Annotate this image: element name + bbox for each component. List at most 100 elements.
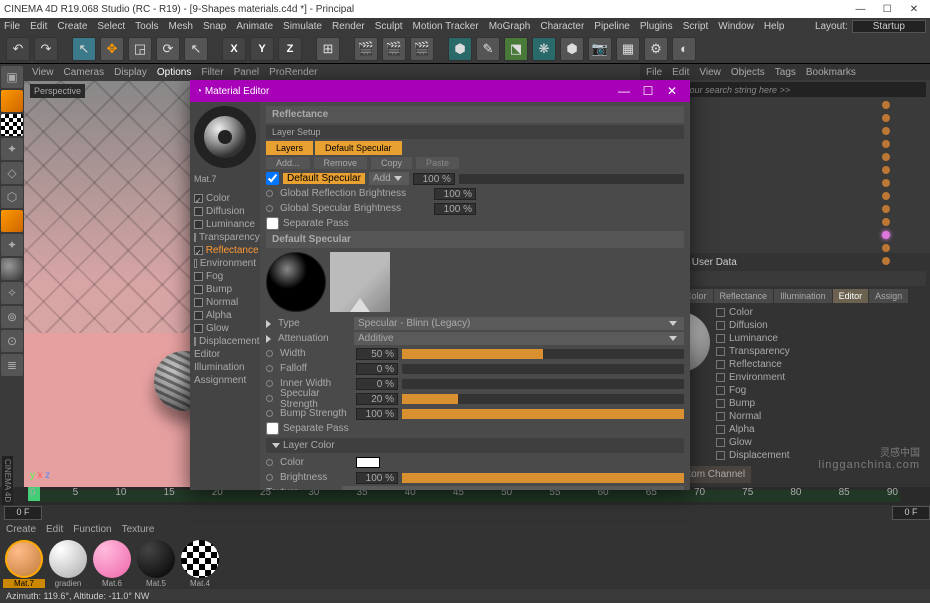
add-generator[interactable]: ⬔	[504, 37, 528, 61]
add-camera[interactable]: 📷	[588, 37, 612, 61]
material-editor-dialog[interactable]: ◔ Material Editor — ☐ ✕ Mat.7 ColorDiffu…	[190, 80, 690, 490]
obj-edit[interactable]: Edit	[672, 67, 689, 78]
sep-pass2-checkbox[interactable]	[266, 422, 279, 435]
slider-value[interactable]: 0 %	[356, 378, 398, 390]
layers-icon[interactable]: ≣	[1, 354, 23, 376]
channel-checkbox[interactable]	[194, 337, 196, 346]
obj-file[interactable]: File	[646, 67, 662, 78]
model-mode-icon[interactable]: ▣	[1, 66, 23, 88]
menu-simulate[interactable]: Simulate	[283, 21, 322, 32]
slider-specular-strength[interactable]	[402, 394, 684, 404]
vp-cameras[interactable]: Cameras	[64, 67, 105, 78]
blend-slider[interactable]	[459, 174, 684, 184]
tab-default-specular[interactable]: Default Specular	[315, 141, 402, 155]
material-item[interactable]: Mat.7	[3, 540, 45, 588]
poly-mode-icon[interactable]	[1, 210, 23, 232]
obj-tags[interactable]: Tags	[775, 67, 796, 78]
channel-environment[interactable]: Environment	[194, 257, 256, 270]
menu-animate[interactable]: Animate	[236, 21, 273, 32]
menu-mesh[interactable]: Mesh	[169, 21, 193, 32]
slider-bump-strength[interactable]	[402, 409, 684, 419]
mat-texture[interactable]: Texture	[122, 524, 155, 535]
channel-checkbox[interactable]	[194, 285, 203, 294]
tab-layers[interactable]: Layers	[266, 141, 313, 155]
attenuation-dropdown[interactable]: Additive	[354, 332, 684, 345]
menu-file[interactable]: File	[4, 21, 20, 32]
me-material-preview[interactable]	[194, 106, 256, 168]
x-axis-lock[interactable]: X	[222, 37, 246, 61]
mat-edit[interactable]: Edit	[46, 524, 63, 535]
add-spline[interactable]: ✎	[476, 37, 500, 61]
menu-motiontracker[interactable]: Motion Tracker	[413, 21, 479, 32]
me-min-button[interactable]: —	[612, 84, 636, 98]
menu-tools[interactable]: Tools	[135, 21, 158, 32]
add-more[interactable]: ◐	[672, 37, 696, 61]
edge-mode-icon[interactable]: ⬡	[1, 186, 23, 208]
menu-edit[interactable]: Edit	[30, 21, 47, 32]
min-button[interactable]: —	[848, 4, 872, 15]
channel-checkbox[interactable]	[194, 298, 203, 307]
menu-plugins[interactable]: Plugins	[640, 21, 673, 32]
frame-end[interactable]: 0 F	[892, 506, 930, 520]
vp-display[interactable]: Display	[114, 67, 147, 78]
vp-filter[interactable]: Filter	[201, 67, 223, 78]
mat-create[interactable]: Create	[6, 524, 36, 535]
btn-add[interactable]: Add...	[266, 157, 310, 169]
channel-checkbox[interactable]	[194, 194, 203, 203]
attr-tab-assign[interactable]: Assign	[869, 289, 908, 303]
me-max-button[interactable]: ☐	[636, 84, 660, 98]
menu-character[interactable]: Character	[540, 21, 584, 32]
channel-diffusion[interactable]: Diffusion	[194, 205, 256, 218]
select-tool[interactable]: ↖	[72, 37, 96, 61]
btn-copy[interactable]: Copy	[371, 157, 412, 169]
slider-inner-width[interactable]	[402, 379, 684, 389]
slider-value[interactable]: 20 %	[356, 393, 398, 405]
brightness-slider[interactable]	[402, 473, 684, 483]
btn-paste[interactable]: Paste	[416, 157, 459, 169]
default-spec-checkbox[interactable]	[266, 172, 279, 185]
close-button[interactable]: ✕	[902, 4, 926, 15]
menu-render[interactable]: Render	[332, 21, 365, 32]
menu-script[interactable]: Script	[683, 21, 709, 32]
texture-dropdown[interactable]	[342, 486, 684, 490]
channel-alpha[interactable]: Alpha	[194, 309, 256, 322]
channel-assignment[interactable]: Assignment	[194, 374, 256, 387]
menu-snap[interactable]: Snap	[203, 21, 226, 32]
blend-mode-dropdown[interactable]: Add	[369, 172, 409, 185]
channel-fog[interactable]: Fog	[194, 270, 256, 283]
channel-normal[interactable]: Normal	[194, 296, 256, 309]
sep-pass-checkbox[interactable]	[266, 217, 279, 230]
channel-bump[interactable]: Bump	[194, 283, 256, 296]
btn-remove[interactable]: Remove	[314, 157, 368, 169]
tag-dot[interactable]	[882, 101, 890, 109]
attr-tab-editor[interactable]: Editor	[833, 289, 869, 303]
add-cube[interactable]: ⬢	[448, 37, 472, 61]
max-button[interactable]: ☐	[875, 4, 899, 15]
channel-reflectance[interactable]: Reflectance	[194, 244, 256, 257]
vp-view[interactable]: View	[32, 67, 54, 78]
channel-checkbox[interactable]	[194, 246, 203, 255]
attr-tab-reflectance[interactable]: Reflectance	[714, 289, 774, 303]
slider-value[interactable]: 50 %	[356, 348, 398, 360]
snap-icon[interactable]: ⊚	[1, 306, 23, 328]
slider-value[interactable]: 0 %	[356, 363, 398, 375]
move-tool[interactable]: ✥	[100, 37, 124, 61]
channel-illumination[interactable]: Illumination	[194, 361, 256, 374]
workplane-icon[interactable]: ✦	[1, 138, 23, 160]
material-item[interactable]: gradien	[47, 540, 89, 588]
vp-prorender[interactable]: ProRender	[269, 67, 317, 78]
menu-select[interactable]: Select	[97, 21, 125, 32]
layout-dropdown[interactable]: Startup	[852, 20, 926, 33]
type-dropdown[interactable]: Specular - Blinn (Legacy)	[354, 317, 684, 330]
material-item[interactable]: Mat.6	[91, 540, 133, 588]
channel-glow[interactable]: Glow	[194, 322, 256, 335]
point-mode-icon[interactable]: ◇	[1, 162, 23, 184]
undo-button[interactable]: ↶	[6, 37, 30, 61]
magnet-icon[interactable]: ⊙	[1, 330, 23, 352]
add-tag[interactable]: ⚙	[644, 37, 668, 61]
channel-checkbox[interactable]	[194, 259, 197, 268]
channel-luminance[interactable]: Luminance	[194, 218, 256, 231]
add-environment[interactable]: ⬢	[560, 37, 584, 61]
me-material-name[interactable]: Mat.7	[194, 172, 256, 186]
texture-mode-icon[interactable]	[1, 114, 23, 136]
